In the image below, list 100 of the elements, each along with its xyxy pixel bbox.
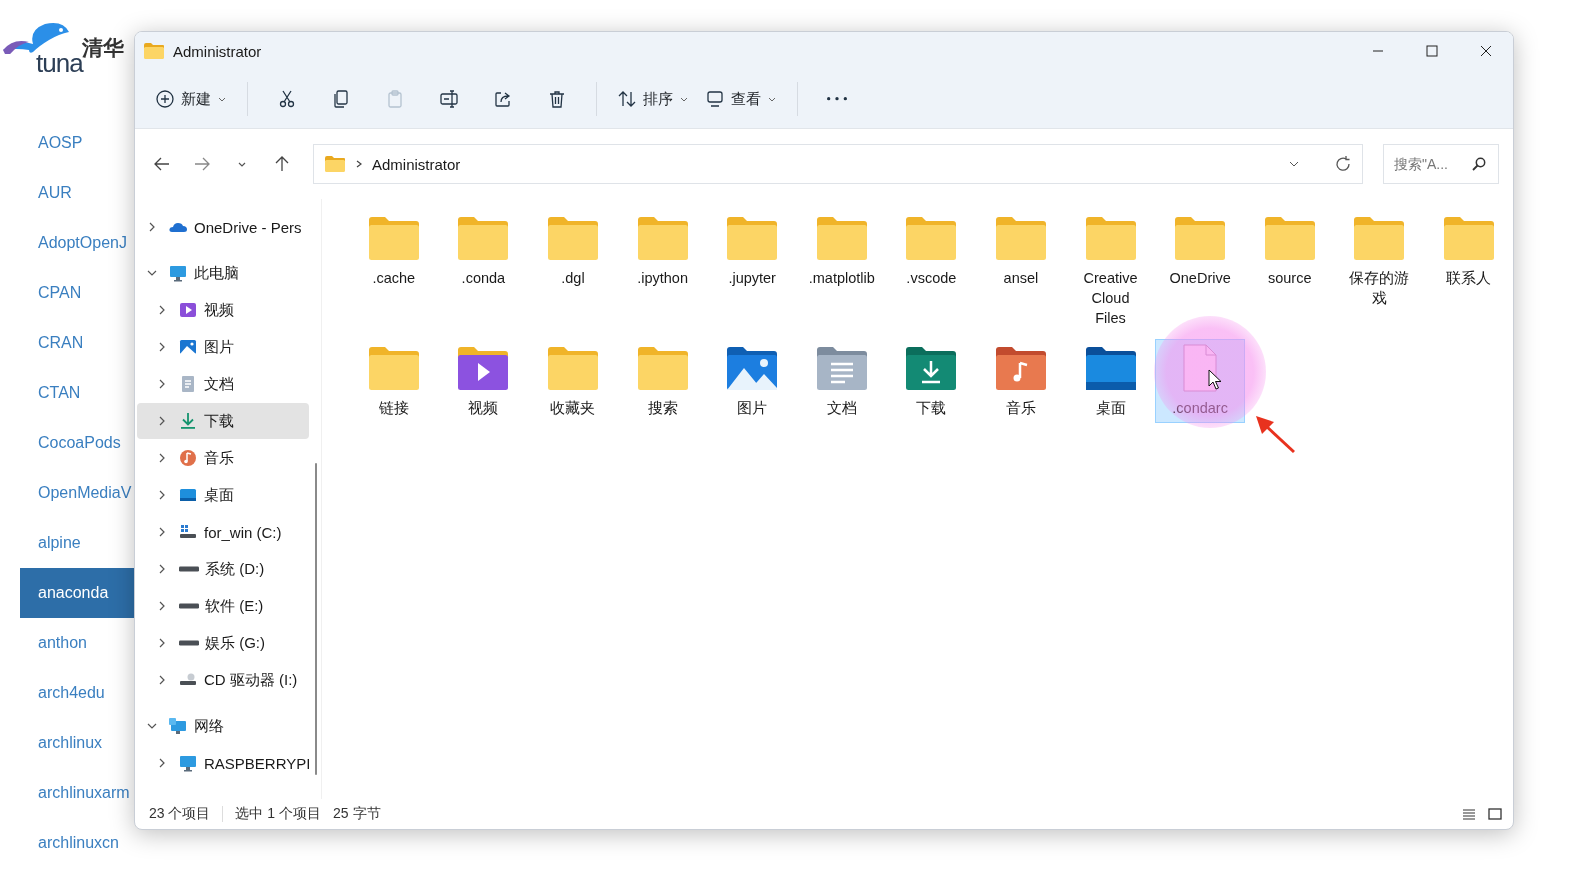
nav-item[interactable]: 音乐: [137, 440, 309, 476]
nav-item[interactable]: 视频: [137, 292, 309, 328]
copy-icon: [331, 89, 351, 109]
mirror-link[interactable]: archlinux: [38, 718, 103, 768]
file-item[interactable]: .dgl: [528, 209, 618, 333]
folder-icon: [815, 214, 868, 262]
rename-icon: [439, 89, 459, 109]
folder-icon: [905, 214, 958, 262]
nav-item[interactable]: 桌面: [137, 477, 309, 513]
sort-icon: [617, 89, 637, 109]
details-view-icon[interactable]: [1461, 806, 1477, 822]
folder-icon: [143, 42, 165, 60]
nav-item[interactable]: CD 驱动器 (I:): [137, 662, 309, 698]
folder-icon: [547, 344, 599, 392]
file-item[interactable]: .ipython: [617, 209, 708, 333]
file-item[interactable]: source: [1244, 209, 1335, 333]
mirror-link[interactable]: alpine: [38, 518, 81, 568]
nav-item[interactable]: 娱乐 (G:): [137, 625, 309, 661]
file-item[interactable]: 图片: [707, 339, 797, 423]
folder-icon: [1263, 214, 1316, 262]
picture-icon: [178, 337, 198, 357]
new-button[interactable]: 新建: [149, 80, 233, 118]
nav-item[interactable]: for_win (C:): [137, 514, 309, 550]
nav-item[interactable]: 此电脑: [137, 255, 309, 291]
file-item[interactable]: 桌面: [1065, 339, 1156, 423]
arrow-icon: [1254, 414, 1296, 454]
folder-icon: [324, 155, 346, 173]
folder-icon: [636, 344, 689, 392]
file-item[interactable]: 联系人: [1424, 209, 1513, 333]
folder-icon: [994, 214, 1047, 262]
nav-item[interactable]: 系统 (D:): [137, 551, 309, 587]
folder-icon: [726, 214, 779, 262]
tiles-view-icon[interactable]: [1487, 806, 1503, 822]
nav-item[interactable]: OneDrive - Pers: [137, 209, 309, 245]
nav-item[interactable]: RASPBERRYPI: [137, 745, 309, 781]
selection-size: 25 字节: [333, 805, 381, 823]
scissors-icon: [277, 89, 297, 109]
network-icon: [168, 716, 188, 736]
file-item[interactable]: .vscode: [886, 209, 977, 333]
file-item[interactable]: 视频: [438, 339, 529, 423]
file-item[interactable]: 保存的游戏: [1334, 209, 1425, 333]
download-icon: [178, 411, 198, 431]
video-folder-icon: [457, 344, 510, 392]
folder-icon: [636, 214, 689, 262]
selection-count: 选中 1 个项目: [235, 805, 322, 823]
mirror-link[interactable]: arch4edu: [38, 668, 105, 718]
scrollbar[interactable]: [315, 463, 317, 775]
file-item[interactable]: 下载: [886, 339, 977, 423]
pictures-folder-icon: [726, 344, 779, 392]
view-button[interactable]: 查看: [699, 80, 783, 118]
mirror-link[interactable]: AOSP: [38, 118, 83, 168]
refresh-icon[interactable]: [1334, 155, 1352, 173]
file-item[interactable]: .jupyter: [707, 209, 797, 333]
mirror-link[interactable]: anaconda: [20, 568, 134, 618]
desktop-folder-icon: [1084, 344, 1137, 392]
downloads-folder-icon: [905, 344, 958, 392]
folder-icon: [367, 344, 420, 392]
file-item[interactable]: 链接: [349, 339, 439, 423]
file-item[interactable]: ansel: [976, 209, 1066, 333]
video-icon: [178, 300, 198, 320]
file-item[interactable]: OneDrive: [1155, 209, 1245, 333]
sort-button[interactable]: 排序: [611, 80, 695, 118]
folder-icon: [1353, 214, 1406, 262]
mirror-link[interactable]: AdoptOpenJ: [38, 218, 127, 268]
file-item[interactable]: 搜索: [617, 339, 708, 423]
cursor-icon: [1208, 369, 1222, 391]
nav-item[interactable]: 图片: [137, 329, 309, 365]
search-field[interactable]: 搜索"A...: [1383, 144, 1499, 184]
monitor-icon: [705, 89, 725, 109]
nav-item[interactable]: 文档: [137, 366, 309, 402]
mirror-link[interactable]: AUR: [38, 168, 72, 218]
file-item[interactable]: 音乐: [976, 339, 1066, 423]
mirror-link[interactable]: archlinuxarm: [38, 768, 130, 818]
maximize-icon: [1425, 44, 1439, 58]
file-item[interactable]: .conda: [438, 209, 529, 333]
file-item[interactable]: .matplotlib: [796, 209, 887, 333]
forward-arrow-icon: [193, 155, 211, 173]
mirror-link[interactable]: OpenMediaV: [38, 468, 132, 518]
file-item[interactable]: .cache: [349, 209, 439, 333]
mirror-link[interactable]: archlinuxcn: [38, 818, 119, 868]
file-item[interactable]: Creative Cloud Files: [1065, 209, 1156, 333]
folder-icon: [547, 214, 599, 262]
mirror-link[interactable]: anthon: [38, 618, 87, 668]
chevron-icon: [354, 159, 364, 169]
mirror-link[interactable]: CTAN: [38, 368, 81, 418]
folder-icon: [457, 214, 510, 262]
documents-folder-icon: [815, 344, 868, 392]
address-bar[interactable]: Administrator: [313, 144, 1363, 184]
share-icon: [493, 89, 513, 109]
mirror-link[interactable]: CRAN: [38, 318, 84, 368]
folder-icon: [1084, 214, 1137, 262]
item-count: 23 个项目: [149, 805, 211, 823]
mirror-link[interactable]: CPAN: [38, 268, 82, 318]
nav-item[interactable]: 下载: [137, 403, 309, 439]
nav-item[interactable]: 网络: [137, 708, 309, 744]
file-item[interactable]: 文档: [796, 339, 887, 423]
file-item[interactable]: 收藏夹: [528, 339, 618, 423]
trash-icon: [547, 89, 567, 109]
nav-item[interactable]: 软件 (E:): [137, 588, 309, 624]
mirror-link[interactable]: CocoaPods: [38, 418, 121, 468]
